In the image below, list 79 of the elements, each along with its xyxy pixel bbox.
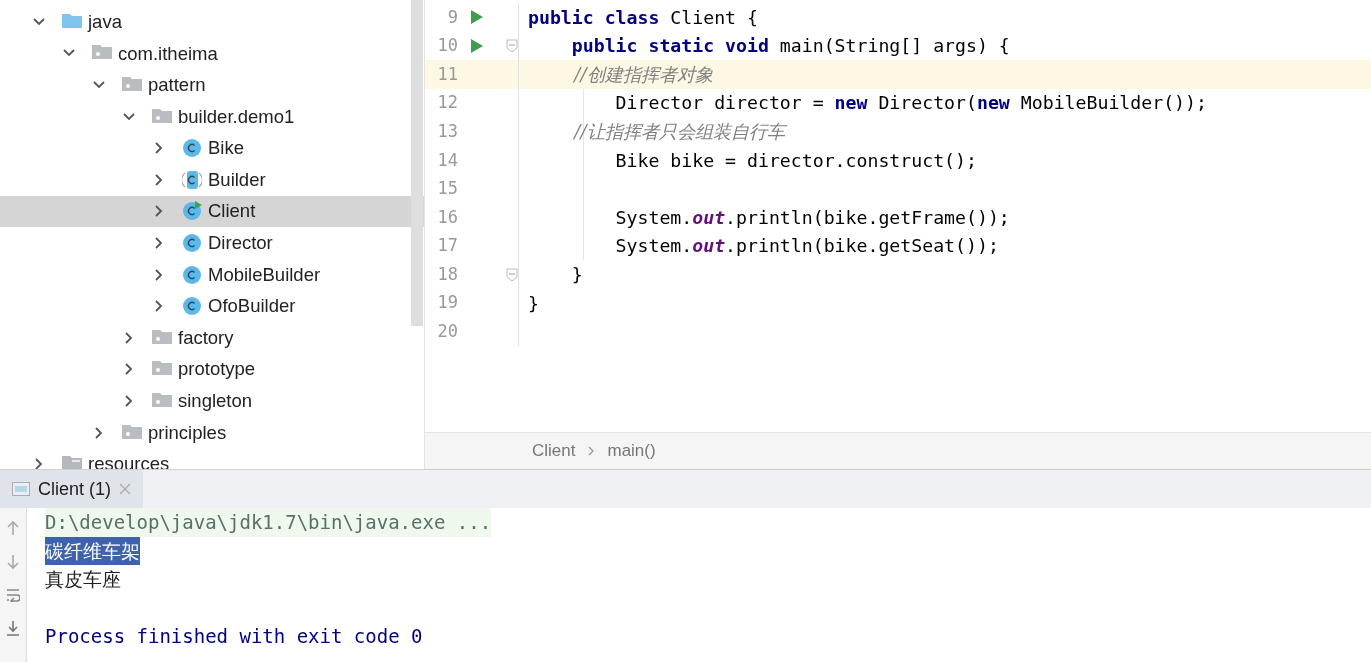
line-number: 18: [436, 262, 458, 286]
code-text: public static void: [570, 35, 769, 57]
tree-label: prototype: [178, 357, 256, 382]
run-icon[interactable]: [469, 9, 484, 26]
tree-row[interactable]: MobileBuilder: [0, 258, 424, 291]
code-text: MobileBuilder());: [1019, 92, 1207, 114]
code-text: System.: [614, 206, 693, 228]
code-text: }: [570, 264, 583, 285]
code-text: }: [528, 292, 539, 314]
line-number: 10: [436, 34, 458, 58]
console-output: 真皮车座: [45, 567, 121, 592]
code-text: out: [692, 206, 726, 228]
console-icon: [12, 482, 30, 496]
tree-label: com.itheima: [118, 41, 218, 66]
code-text: public class: [528, 6, 660, 28]
code-text: .println(bike.getSeat());: [725, 235, 999, 257]
code-text: Client {: [669, 6, 758, 28]
line-number: 9: [446, 5, 458, 29]
class-icon: [182, 138, 202, 159]
tree-label: singleton: [178, 389, 253, 414]
breadcrumb[interactable]: Client: [532, 438, 576, 464]
class-icon: [182, 232, 202, 253]
console-output: 碳纤维车架: [45, 536, 140, 565]
tree-label: OfoBuilder: [208, 294, 296, 319]
tree-row[interactable]: prototype: [0, 353, 424, 386]
code-text: new: [976, 92, 1010, 114]
breadcrumb[interactable]: main(): [607, 438, 656, 464]
tree-row[interactable]: pattern: [0, 69, 424, 101]
scrollbar[interactable]: [411, 0, 423, 326]
line-number: 20: [436, 320, 458, 344]
code-text: .println(bike.getFrame());: [725, 206, 1010, 228]
line-number: 17: [436, 234, 458, 258]
class-icon: [182, 296, 202, 317]
tree-label: pattern: [148, 73, 206, 98]
tree-row[interactable]: principles: [0, 416, 424, 449]
tree-row[interactable]: factory: [0, 321, 424, 354]
code-comment: //创建指挥者对象: [572, 63, 713, 85]
tree-row[interactable]: com.itheima: [0, 37, 424, 70]
tree-row[interactable]: singleton: [0, 385, 424, 417]
tree-row[interactable]: OfoBuilder: [0, 290, 424, 322]
soft-wrap-icon[interactable]: [6, 588, 20, 602]
code-text: out: [692, 235, 726, 257]
tree-label: Client: [208, 199, 256, 224]
tree-label: builder.demo1: [178, 104, 295, 129]
line-number: 16: [436, 205, 458, 229]
tree-label: Builder: [208, 167, 266, 192]
tree-row[interactable]: Builder: [0, 163, 424, 196]
console-output: Process finished with exit code 0: [45, 624, 423, 649]
line-number: 15: [436, 177, 458, 201]
tree-label: MobileBuilder: [208, 262, 321, 287]
line-number: 13: [436, 119, 458, 143]
code-text: System.: [614, 235, 693, 257]
line-number: 14: [436, 148, 458, 172]
run-icon[interactable]: [469, 37, 484, 54]
scroll-to-end-icon[interactable]: [6, 620, 20, 636]
code-text: main(String[] args) {: [778, 35, 1010, 57]
line-number: 12: [436, 91, 458, 115]
code-text: Director director =: [614, 92, 825, 114]
code-text: new: [834, 92, 868, 114]
tree-row[interactable]: builder.demo1: [0, 100, 424, 133]
code-text: Bike bike = director.construct();: [614, 149, 977, 171]
line-number: 11: [436, 62, 458, 86]
line-number: 19: [436, 291, 458, 315]
tree-row[interactable]: Client: [0, 195, 424, 228]
tree-label: Director: [208, 231, 273, 256]
code-text: Director(: [877, 92, 977, 114]
tree-row[interactable]: Bike: [0, 132, 424, 164]
tree-label: java: [88, 9, 122, 34]
chevron-right-icon: [587, 445, 596, 457]
tree-row[interactable]: java: [0, 6, 424, 38]
tree-label: principles: [148, 420, 227, 445]
class-icon: [182, 264, 202, 285]
runnable-class-icon: [182, 201, 202, 222]
tree-row[interactable]: Director: [0, 227, 424, 259]
abstract-class-icon: [182, 169, 202, 190]
tree-label: Bike: [208, 136, 244, 161]
run-tab[interactable]: Client (1): [0, 470, 144, 508]
console-output: D:\develop\java\jdk1.7\bin\java.exe ...: [45, 508, 492, 537]
tree-label: factory: [178, 325, 234, 350]
